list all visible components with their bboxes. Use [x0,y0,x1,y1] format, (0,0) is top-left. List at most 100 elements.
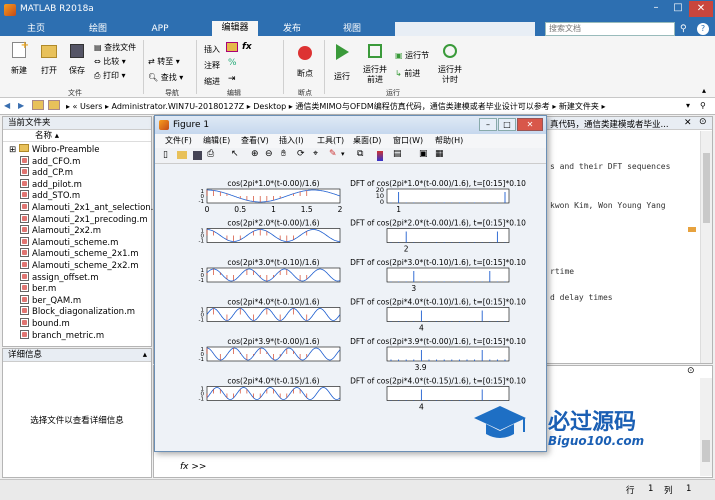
zoom-in-icon[interactable]: ⊕ [251,149,259,159]
tab-publish[interactable]: 发布 [272,22,312,36]
maximize-button[interactable]: □ [667,2,689,17]
collapse-ribbon-icon[interactable]: ▴ [702,86,706,95]
menu-edit[interactable]: 编辑(E) [203,134,230,148]
command-expand-icon[interactable]: ⊙ [687,366,695,376]
list-item[interactable]: Alamouti_scheme_2x1.m [9,248,151,260]
compare-button[interactable]: ⇔ 比较 ▾ [94,56,126,67]
run-time-button[interactable]: 运行并计时 [436,40,464,90]
tab-plots[interactable]: 绘图 [78,22,118,36]
legend-icon[interactable]: ▤ [393,149,402,159]
list-item[interactable]: bound.m [9,317,151,330]
list-item[interactable]: ber.m [9,283,151,295]
help-icon[interactable]: ? [697,23,709,35]
editor-scrollbar[interactable] [700,131,712,363]
breakpoints-button[interactable]: 断点 [290,42,320,82]
list-item[interactable]: add_STO.m [9,190,151,202]
print-button[interactable]: ⎙ 打印 ▾ [94,70,126,81]
list-item[interactable]: ber_QAM.m [9,294,151,307]
insert-button[interactable]: 插入 [204,44,220,55]
colorbar-icon[interactable] [377,151,383,161]
goto-button[interactable]: ⇄ 转至 ▾ [148,56,180,67]
search-input[interactable]: 搜索文档 [545,22,675,36]
up-folder-icon[interactable] [32,100,44,110]
list-item[interactable]: add_pilot.m [9,178,151,191]
figure-minimize-button[interactable]: – [479,118,497,131]
hide-tools-icon[interactable]: ▣ [419,149,428,159]
list-item[interactable]: add_CP.m [9,167,151,179]
tab-editor[interactable]: 编辑器 [212,21,258,37]
comment-button[interactable]: 注释 [204,60,220,71]
crumb-users[interactable]: Users [80,102,102,111]
open-button[interactable]: 打开 [36,42,62,84]
editor-close-icon[interactable]: ✕ [684,118,692,128]
run-advance-button[interactable]: 运行并前进 [360,40,390,90]
crumb-new-folder[interactable]: 新建文件夹 [559,102,599,111]
advance-button[interactable]: ↳ 前进 [395,68,420,79]
find-button[interactable]: 🔍︎ 查找 ▾ [148,72,183,83]
address-dropdown-icon[interactable]: ▾ [686,101,690,110]
command-prompt[interactable]: fx >> [180,462,206,472]
list-item[interactable]: Block_diagonalization.m [9,306,151,318]
scrollbar-thumb[interactable] [702,440,710,462]
menu-help[interactable]: 帮助(H) [435,134,463,148]
scrollbar-thumb[interactable] [703,153,710,223]
zoom-out-icon[interactable]: ⊖ [265,149,273,159]
menu-desktop[interactable]: 桌面(D) [353,134,381,148]
insert-section-icon[interactable] [226,42,238,52]
expand-icon[interactable]: ⊞ [9,145,19,155]
figure-maximize-button[interactable]: □ [498,118,516,131]
link-plot-icon[interactable]: ⧉ [357,149,363,159]
data-cursor-icon[interactable]: ⌖ [313,149,318,159]
crumb-project[interactable]: 通信类MIMO与OFDM编程仿真代码，通信类建模或者毕业设计可以参考 [295,102,549,111]
new-figure-icon[interactable]: ▯ [163,150,168,160]
rotate-icon[interactable]: ⟳ [297,149,305,159]
new-button[interactable]: + 新建 [6,40,32,84]
list-item[interactable]: Alamouti_2x1_ant_selection.m [9,201,162,214]
list-item[interactable]: Alamouti_2x2.m [9,225,151,237]
comment-percent-icon[interactable]: % [228,58,237,68]
close-button[interactable]: ✕ [689,1,713,17]
minimize-button[interactable]: – [645,2,667,17]
indent-button[interactable]: 缩进 [204,76,220,87]
search-icon[interactable]: ⚲ [680,24,687,34]
list-item[interactable]: Alamouti_scheme_2x2.m [9,259,151,272]
pan-icon[interactable]: ✋︎ [281,149,286,159]
show-tools-icon[interactable]: ▦ [435,149,444,159]
list-item[interactable]: Alamouti_scheme.m [9,236,151,249]
fx-button[interactable]: fx [242,42,252,52]
menu-file[interactable]: 文件(F) [165,134,192,148]
command-scrollbar[interactable] [700,378,712,476]
menu-window[interactable]: 窗口(W) [393,134,423,148]
back-icon[interactable]: ◀ [4,101,10,110]
list-item[interactable]: assign_offset.m [9,271,151,284]
address-search-icon[interactable]: ⚲ [700,101,706,110]
column-header[interactable]: 名称 ▴ [3,130,151,142]
open-file-icon[interactable] [177,151,187,159]
crumb-desktop[interactable]: Desktop [253,102,286,111]
crumb-admin[interactable]: Administrator.WIN7U-20180127Z [112,102,245,111]
menu-insert[interactable]: 插入(I) [279,134,304,148]
tab-apps[interactable]: APP [140,22,180,36]
brush-icon[interactable]: ✎ [329,149,337,159]
run-button[interactable]: 运行 [328,40,356,81]
list-item-folder[interactable]: ⊞ Wibro-Preamble [9,144,151,156]
tab-home[interactable]: 主页 [16,22,56,36]
list-item[interactable]: branch_metric.m [9,329,151,342]
save-figure-icon[interactable] [193,151,202,160]
list-item[interactable]: Alamouti_2x1_precoding.m [9,213,151,226]
pointer-icon[interactable]: ↖ [231,149,239,159]
find-files-button[interactable]: ▤ 查找文件 [94,42,136,53]
print-figure-icon[interactable]: ⎙ [207,149,214,159]
list-item[interactable]: add_CFO.m [9,155,151,168]
brush-dropdown-icon[interactable]: ▾ [341,150,345,158]
collapse-icon[interactable]: ▴ [143,349,151,362]
figure-close-button[interactable]: ✕ [517,118,543,131]
save-button[interactable]: 保存 [64,42,90,84]
tab-view[interactable]: 视图 [332,22,372,36]
run-section-button[interactable]: ▣ 运行节 [395,50,429,61]
forward-icon[interactable]: ▶ [18,101,24,110]
indent-icon[interactable]: ⇥ [228,74,236,84]
editor-menu-icon[interactable]: ⊙ [699,117,707,127]
figure-title-bar[interactable]: Figure 1 – □ ✕ [155,116,546,134]
menu-tools[interactable]: 工具(T) [317,134,344,148]
